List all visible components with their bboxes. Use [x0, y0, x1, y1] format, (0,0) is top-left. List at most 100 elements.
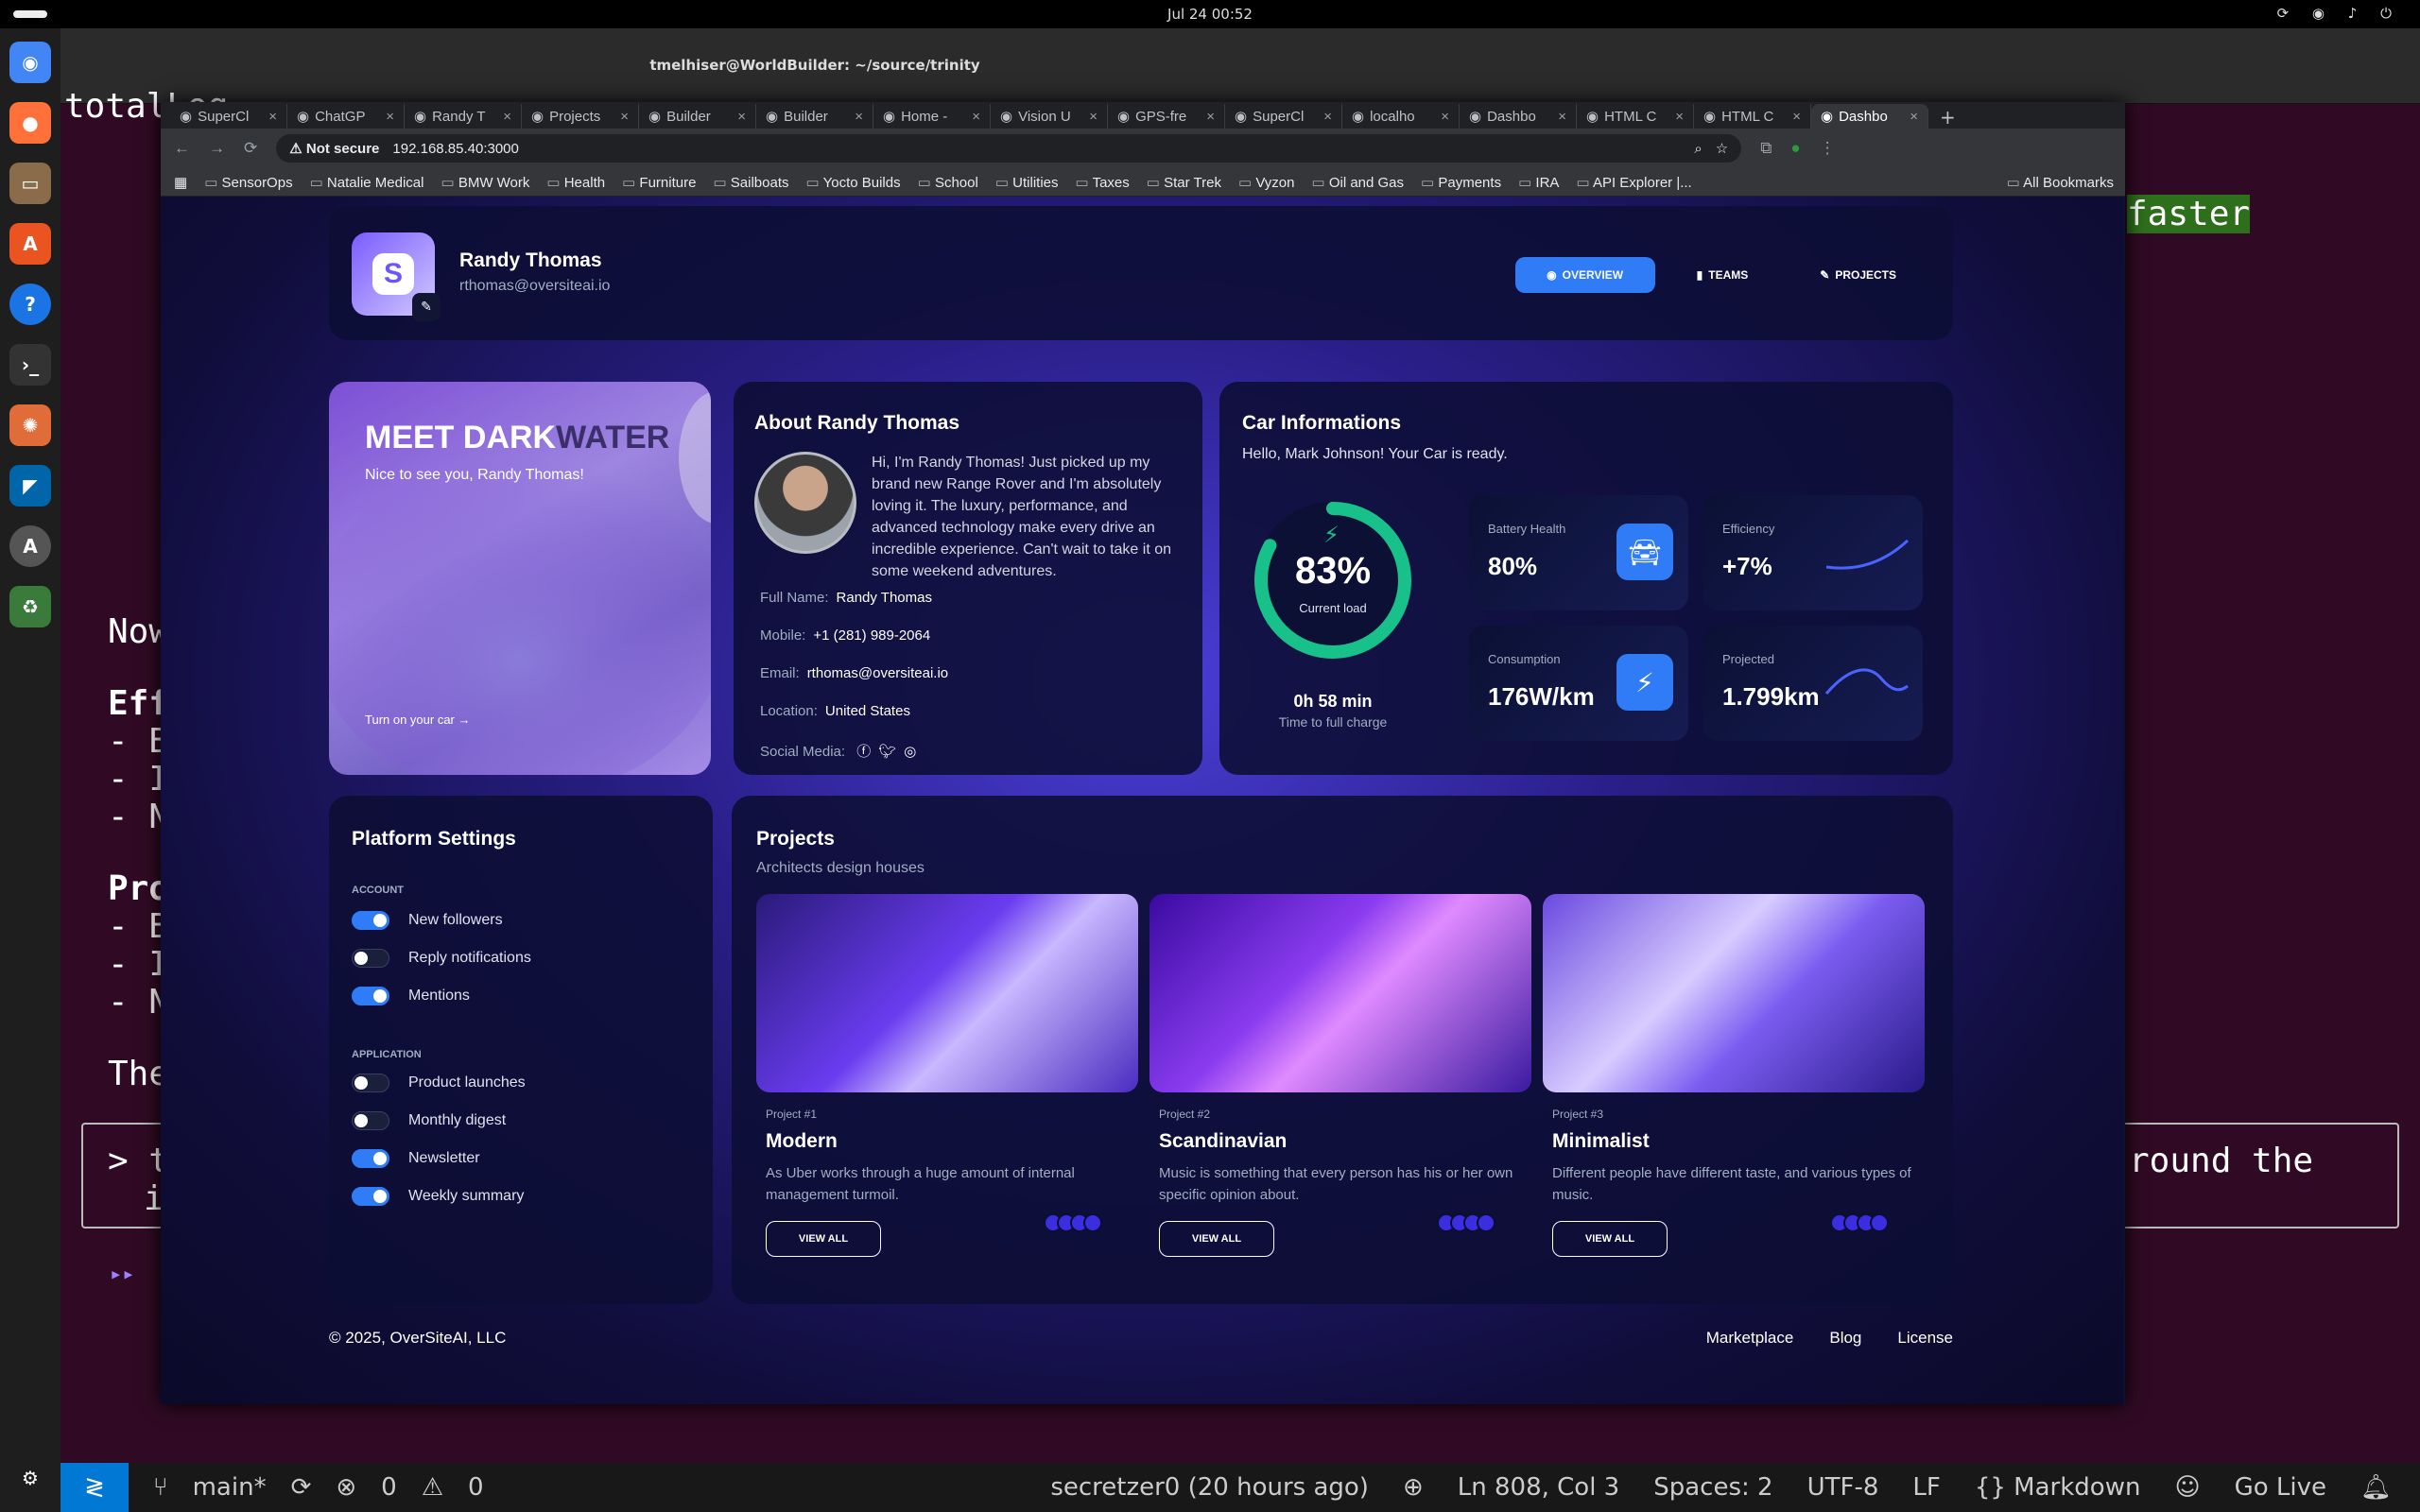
remote-indicator[interactable]: ≷	[60, 1463, 129, 1512]
close-tab-icon[interactable]: ×	[855, 109, 863, 125]
warnings-count[interactable]: 0	[468, 1473, 484, 1502]
toggle-switch[interactable]	[352, 1074, 389, 1092]
address-bar[interactable]: ⚠ Not secure 192.168.85.40:3000 ⌕ ☆	[276, 134, 1742, 163]
browser-tab[interactable]: ◉ ChatGP ×	[287, 104, 405, 129]
browser-tab[interactable]: ◉ Home - ×	[873, 104, 991, 129]
software-dock-icon[interactable]: A	[9, 223, 51, 265]
tab-teams[interactable]: ▮ TEAMS	[1667, 257, 1779, 293]
close-tab-icon[interactable]: ×	[1558, 109, 1566, 125]
browser-tab[interactable]: ◉ HTML C ×	[1577, 104, 1694, 129]
vscode-dock-icon[interactable]: ◤	[9, 465, 51, 507]
close-tab-icon[interactable]: ×	[503, 109, 511, 125]
toggle-switch[interactable]	[352, 911, 389, 930]
view-all-button[interactable]: VIEW ALL	[766, 1221, 881, 1257]
chrome-dock-icon[interactable]: ◉	[9, 42, 51, 83]
toggle-switch[interactable]	[352, 1111, 389, 1130]
toggle-switch[interactable]	[352, 1149, 389, 1168]
browser-tab[interactable]: ◉ Builder ×	[639, 104, 756, 129]
url-text[interactable]: 192.168.85.40:3000	[392, 141, 518, 157]
twitter-icon[interactable]: 🐦︎	[878, 744, 896, 760]
zoom-icon[interactable]: ⌕	[1694, 141, 1702, 157]
close-tab-icon[interactable]: ×	[1675, 109, 1684, 125]
indentation[interactable]: Spaces: 2	[1653, 1473, 1772, 1502]
bookmark-item[interactable]: School	[918, 174, 978, 191]
browser-tab[interactable]: ◉ Builder ×	[756, 104, 873, 129]
profile-avatar[interactable]: ●	[1790, 139, 1800, 158]
cursor-position[interactable]: Ln 808, Col 3	[1458, 1473, 1619, 1502]
star-icon[interactable]: ☆	[1716, 140, 1728, 157]
go-live-button[interactable]: Go Live	[2235, 1473, 2326, 1502]
copilot-icon[interactable]: ☺	[2174, 1473, 2200, 1502]
bookmark-item[interactable]: Natalie Medical	[310, 174, 424, 191]
language-mode[interactable]: {} Markdown	[1975, 1473, 2141, 1502]
browser-tab[interactable]: ◉ Randy T ×	[405, 104, 522, 129]
apps-grid-icon[interactable]: ⚙	[9, 1457, 51, 1499]
bookmark-item[interactable]: Vyzon	[1238, 174, 1294, 191]
tab-projects[interactable]: ✎ PROJECTS	[1789, 257, 1927, 293]
encoding[interactable]: UTF-8	[1807, 1473, 1879, 1502]
bell-icon[interactable]: 🔔︎	[2360, 1473, 2392, 1502]
system-tray[interactable]: ⟳ ◉ ♪ ⏻	[2277, 5, 2401, 22]
view-all-button[interactable]: VIEW ALL	[1159, 1221, 1274, 1257]
browser-tab[interactable]: ◉ SuperCl ×	[1225, 104, 1342, 129]
firefox-dock-icon[interactable]: ●	[9, 102, 51, 144]
not-secure-label[interactable]: ⚠ Not secure	[289, 140, 379, 157]
close-tab-icon[interactable]: ×	[386, 109, 394, 125]
browser-tab[interactable]: ◉ SuperCl ×	[170, 104, 287, 129]
files-dock-icon[interactable]: ▭	[9, 163, 51, 204]
trash-dock-icon[interactable]: ♻	[9, 586, 51, 627]
bookmark-item[interactable]: API Explorer |...	[1576, 174, 1692, 191]
bookmark-item[interactable]: Taxes	[1076, 174, 1130, 191]
claude-dock-icon[interactable]: ✺	[9, 404, 51, 446]
bookmark-item[interactable]: Star Trek	[1147, 174, 1221, 191]
close-tab-icon[interactable]: ×	[1910, 109, 1918, 125]
bookmark-item[interactable]: SensorOps	[204, 174, 293, 191]
extensions-icon[interactable]: ⧉	[1760, 139, 1772, 158]
bookmark-item[interactable]: Payments	[1421, 174, 1501, 191]
browser-tab[interactable]: ◉ HTML C ×	[1694, 104, 1811, 129]
instagram-icon[interactable]: ◎	[904, 744, 916, 760]
forward-icon[interactable]: →	[209, 139, 225, 158]
bookmark-item[interactable]: Furniture	[622, 174, 696, 191]
bookmark-item[interactable]: Yocto Builds	[806, 174, 901, 191]
terminal-dock-icon[interactable]: ›_	[9, 344, 51, 386]
bookmark-item[interactable]: Health	[546, 174, 605, 191]
close-tab-icon[interactable]: ×	[737, 109, 746, 125]
browser-tab[interactable]: ◉ Dashbo ×	[1811, 104, 1928, 129]
close-tab-icon[interactable]: ×	[1441, 109, 1449, 125]
edit-icon[interactable]: ✎	[412, 293, 441, 321]
sync-icon[interactable]: ⟳	[291, 1473, 312, 1502]
toggle-switch[interactable]	[352, 949, 389, 968]
browser-tab[interactable]: ◉ Vision U ×	[991, 104, 1108, 129]
bookmark-item[interactable]: Oil and Gas	[1311, 174, 1404, 191]
help-dock-icon[interactable]: ?	[9, 284, 51, 325]
tab-overview[interactable]: ◉ OVERVIEW	[1514, 257, 1655, 293]
system-clock[interactable]: Jul 24 00:52	[0, 6, 2420, 23]
facebook-icon[interactable]: ⓕ	[856, 744, 871, 760]
updater-dock-icon[interactable]: A	[9, 525, 51, 567]
bookmark-item[interactable]: Utilities	[995, 174, 1058, 191]
menu-icon[interactable]: ⋮	[1820, 139, 1836, 158]
bookmark-item[interactable]: BMW Work	[441, 174, 530, 191]
close-tab-icon[interactable]: ×	[1323, 109, 1332, 125]
git-branch[interactable]: main*	[193, 1473, 267, 1502]
footer-link-blog[interactable]: Blog	[1829, 1329, 1861, 1348]
back-icon[interactable]: ←	[174, 139, 190, 158]
line-ending[interactable]: LF	[1912, 1473, 1940, 1502]
browser-tab[interactable]: ◉ localho ×	[1342, 104, 1460, 129]
close-tab-icon[interactable]: ×	[1206, 109, 1215, 125]
close-tab-icon[interactable]: ×	[972, 109, 980, 125]
toggle-switch[interactable]	[352, 987, 389, 1005]
git-blame[interactable]: secretzer0 (20 hours ago)	[1050, 1473, 1369, 1502]
browser-tab[interactable]: ◉ Projects ×	[522, 104, 639, 129]
problems-count[interactable]: 0	[381, 1473, 397, 1502]
close-tab-icon[interactable]: ×	[620, 109, 629, 125]
reload-icon[interactable]: ⟳	[244, 139, 257, 158]
browser-tab[interactable]: ◉ Dashbo ×	[1460, 104, 1577, 129]
turn-on-car-link[interactable]: Turn on your car →	[365, 713, 471, 727]
all-bookmarks[interactable]: All Bookmarks	[2007, 174, 2125, 191]
footer-link-license[interactable]: License	[1897, 1329, 1953, 1348]
close-tab-icon[interactable]: ×	[268, 109, 277, 125]
footer-link-marketplace[interactable]: Marketplace	[1706, 1329, 1794, 1348]
apps-icon[interactable]: ▦	[174, 174, 187, 191]
